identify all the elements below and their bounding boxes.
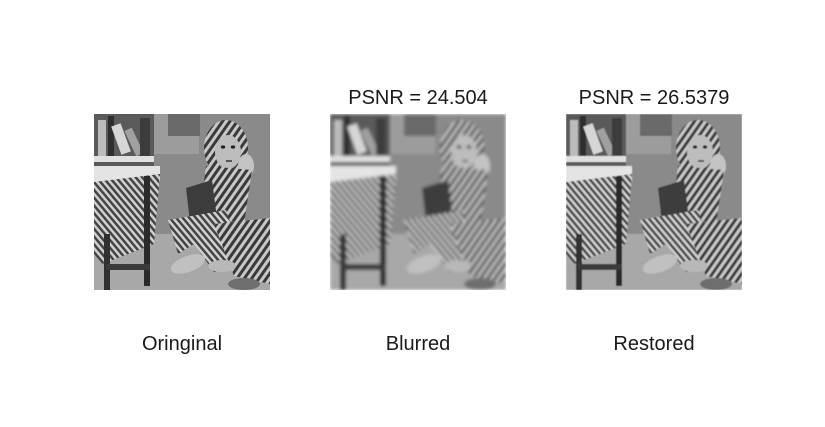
psnr-label: PSNR = 24.504 <box>348 87 488 109</box>
restored-panel: PSNR = 26.5379 Restored <box>566 0 742 427</box>
psnr-label: PSNR = 26.5379 <box>578 87 730 109</box>
restored-image <box>566 114 742 290</box>
original-panel: Oringinal <box>94 0 270 427</box>
caption-label: Oringinal <box>141 333 223 355</box>
caption-label: Restored <box>613 333 695 355</box>
original-image <box>94 114 270 290</box>
blurred-image <box>330 114 506 290</box>
caption-label: Blurred <box>385 333 451 355</box>
blurred-panel: PSNR = 24.504 Blurred <box>330 0 506 427</box>
